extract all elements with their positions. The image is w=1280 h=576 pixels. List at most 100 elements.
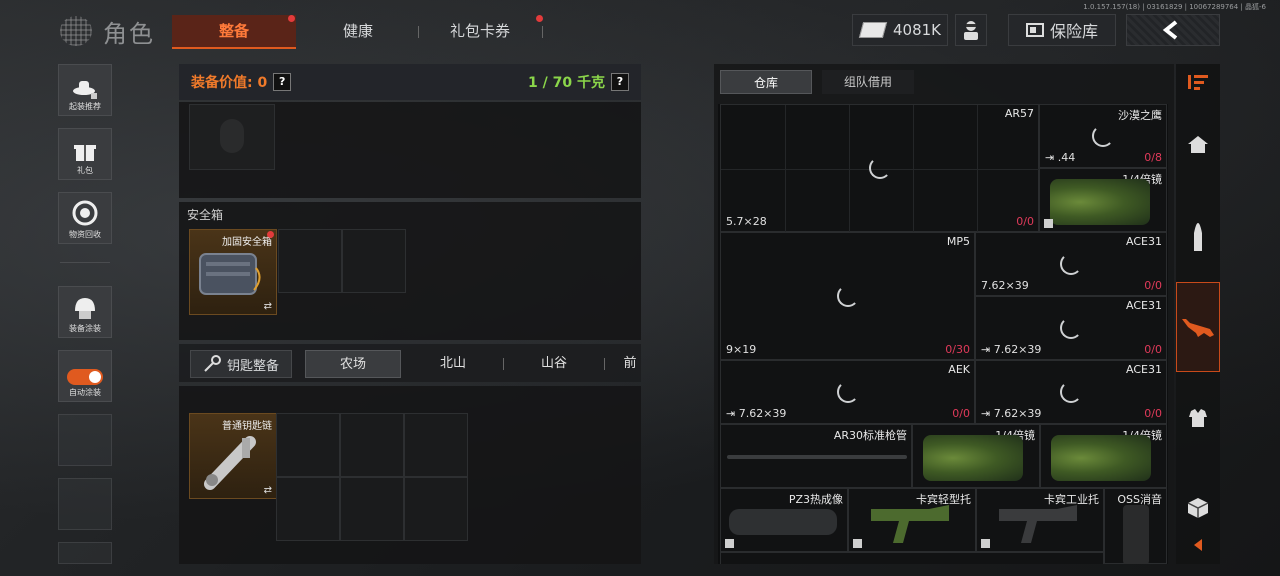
scope-icon — [1051, 435, 1151, 481]
cube-icon — [725, 539, 734, 548]
tab-valley[interactable]: 山谷 — [506, 350, 602, 378]
operator-icon — [964, 21, 978, 40]
tab-team-borrow[interactable]: 组队借用 — [822, 70, 914, 94]
sidebar-empty-slot — [58, 542, 112, 564]
safebox-slot[interactable] — [342, 229, 406, 293]
loading-spinner-icon — [869, 157, 891, 179]
category-armor[interactable] — [1176, 394, 1220, 442]
auto-skin-toggle[interactable] — [67, 369, 103, 385]
helmet-icon — [75, 298, 95, 319]
safebox-slot[interactable] — [278, 229, 342, 293]
reinforced-safebox-item[interactable]: 加固安全箱 ⇄ — [189, 229, 277, 315]
equipment-weight: 1 / 70 千克 ? — [528, 72, 629, 92]
currency-display[interactable]: 4081K — [852, 14, 948, 46]
cash-icon — [858, 22, 888, 38]
key-items-section: 普通钥匙链 ⇄ — [179, 386, 641, 564]
value-help-button[interactable]: ? — [273, 73, 292, 91]
item-caliber: ⇥ .44 — [1045, 151, 1076, 164]
gift-icon — [74, 145, 96, 161]
back-button[interactable] — [1126, 14, 1220, 46]
warehouse-item-ace31[interactable]: ACE31 7.62×39 0/0 — [975, 232, 1167, 296]
warehouse-item-scope[interactable]: 1/4倍镜 — [912, 424, 1040, 488]
stock-icon — [999, 505, 1077, 543]
item-ammo-count: 0/30 — [945, 343, 970, 356]
sidebar-item-equip-skin[interactable]: 装备涂装 — [58, 286, 112, 338]
loading-spinner-icon — [837, 381, 859, 403]
warehouse-item-aek[interactable]: AEK ⇥ 7.62×39 0/0 — [720, 360, 975, 424]
vest-icon — [1189, 409, 1207, 427]
key-prepare-button[interactable]: 钥匙整备 — [190, 350, 292, 378]
collapse-rail-button[interactable] — [1176, 530, 1220, 560]
swap-icon[interactable]: ⇄ — [264, 485, 272, 496]
loading-spinner-icon — [1060, 317, 1082, 339]
swap-icon[interactable]: ⇄ — [264, 301, 272, 312]
gear-slot[interactable] — [189, 104, 275, 170]
ammo-link-icon: ⇥ — [981, 343, 994, 356]
warehouse-item-mp5[interactable]: MP5 9×19 0/30 — [720, 232, 975, 360]
scope-icon — [1050, 179, 1150, 225]
equipment-value-label: 装备价值: 0 — [191, 75, 268, 91]
chevron-left-icon — [1194, 539, 1202, 551]
cube-icon — [1044, 219, 1053, 228]
operator-avatar-button[interactable] — [955, 14, 987, 46]
warehouse-item-thermal-scope[interactable]: PZ3热成像 — [720, 488, 848, 552]
category-ammo[interactable] — [1176, 212, 1220, 260]
warehouse-item-ace31[interactable]: ACE31 ⇥ 7.62×39 0/0 — [975, 296, 1167, 360]
category-home[interactable] — [1176, 120, 1220, 168]
tab-health[interactable]: 健康 — [300, 15, 416, 47]
tab-equip[interactable]: 整备 — [172, 15, 296, 49]
sidebar-empty-slot — [58, 478, 112, 530]
key-slot[interactable] — [276, 413, 340, 477]
warehouse-item-desert-eagle[interactable]: 沙漠之鹰 ⇥ .44 0/8 — [1039, 104, 1167, 168]
safebox-title: 安全箱 — [187, 208, 224, 222]
tab-north-hill[interactable]: 北山 — [405, 350, 501, 378]
warehouse-item-industrial-stock[interactable]: 卡宾工业托 — [976, 488, 1104, 552]
warehouse-item-suppressor[interactable]: OSS消音 — [1104, 488, 1167, 564]
item-name: ACE31 — [1126, 299, 1162, 312]
key-slot[interactable] — [340, 413, 404, 477]
item-name: AR30标准枪管 — [833, 429, 907, 442]
item-name: PZ3热成像 — [788, 493, 843, 506]
tab-gift-coupons[interactable]: 礼包卡券 — [420, 15, 540, 47]
sidebar-item-loadout-recommend[interactable]: 起装推荐 — [58, 64, 112, 116]
key-prepare-label: 钥匙整备 — [226, 358, 279, 374]
warehouse-item-scope[interactable]: 1/4倍镜 — [1040, 424, 1167, 488]
tab-warehouse[interactable]: 仓库 — [720, 70, 812, 94]
item-ammo-count: 0/8 — [1144, 151, 1162, 164]
page-title: 角色 — [103, 20, 155, 48]
warehouse-item-barrel[interactable]: AR30标准枪管 — [720, 424, 912, 488]
weight-help-button[interactable]: ? — [611, 73, 629, 91]
category-weapons[interactable] — [1176, 282, 1220, 372]
barrel-icon — [727, 455, 907, 459]
item-ammo-count: 0/0 — [1144, 407, 1162, 420]
loading-spinner-icon — [1092, 125, 1114, 147]
version-info: 1.0.157.157(18) | 03161829 | 10067289764… — [1083, 3, 1266, 11]
sidebar-item-auto-skin[interactable]: 自动涂装 — [58, 350, 112, 402]
sidebar-item-label: 物资回收 — [69, 230, 101, 239]
warehouse-item-ar57[interactable]: AR57 5.7×28 0/0 — [720, 104, 1040, 233]
warehouse-item-scope[interactable]: 1/4倍镜 — [1039, 168, 1167, 232]
cube-icon — [981, 539, 990, 548]
tab-farm[interactable]: 农场 — [305, 350, 401, 378]
key-slot[interactable] — [340, 477, 404, 541]
sidebar-item-recycle[interactable]: 物资回收 — [58, 192, 112, 244]
scope-icon — [923, 435, 1023, 481]
insurance-vault-label: 保险库 — [1049, 22, 1098, 41]
tab-truncated[interactable]: 前 — [620, 350, 640, 378]
category-misc[interactable] — [1176, 484, 1220, 532]
tab-equip-badge — [288, 15, 295, 22]
key-slot[interactable] — [276, 477, 340, 541]
warehouse-item-light-stock[interactable]: 卡宾轻型托 — [848, 488, 976, 552]
sidebar-item-label: 装备涂装 — [69, 324, 101, 333]
item-ammo-count: 0/0 — [1016, 215, 1034, 228]
tab-divider — [604, 358, 605, 370]
sidebar-item-gift[interactable]: 礼包 — [58, 128, 112, 180]
sort-filter-button[interactable] — [1176, 64, 1220, 100]
warehouse-item-ace31[interactable]: ACE31 ⇥ 7.62×39 0/0 — [975, 360, 1167, 424]
cube-icon — [853, 539, 862, 548]
insurance-vault-button[interactable]: 保险库 — [1008, 14, 1116, 46]
sidebar-item-label: 自动涂装 — [69, 388, 101, 397]
key-slot[interactable] — [404, 477, 468, 541]
key-slot[interactable] — [404, 413, 468, 477]
keychain-item[interactable]: 普通钥匙链 ⇄ — [189, 413, 277, 499]
